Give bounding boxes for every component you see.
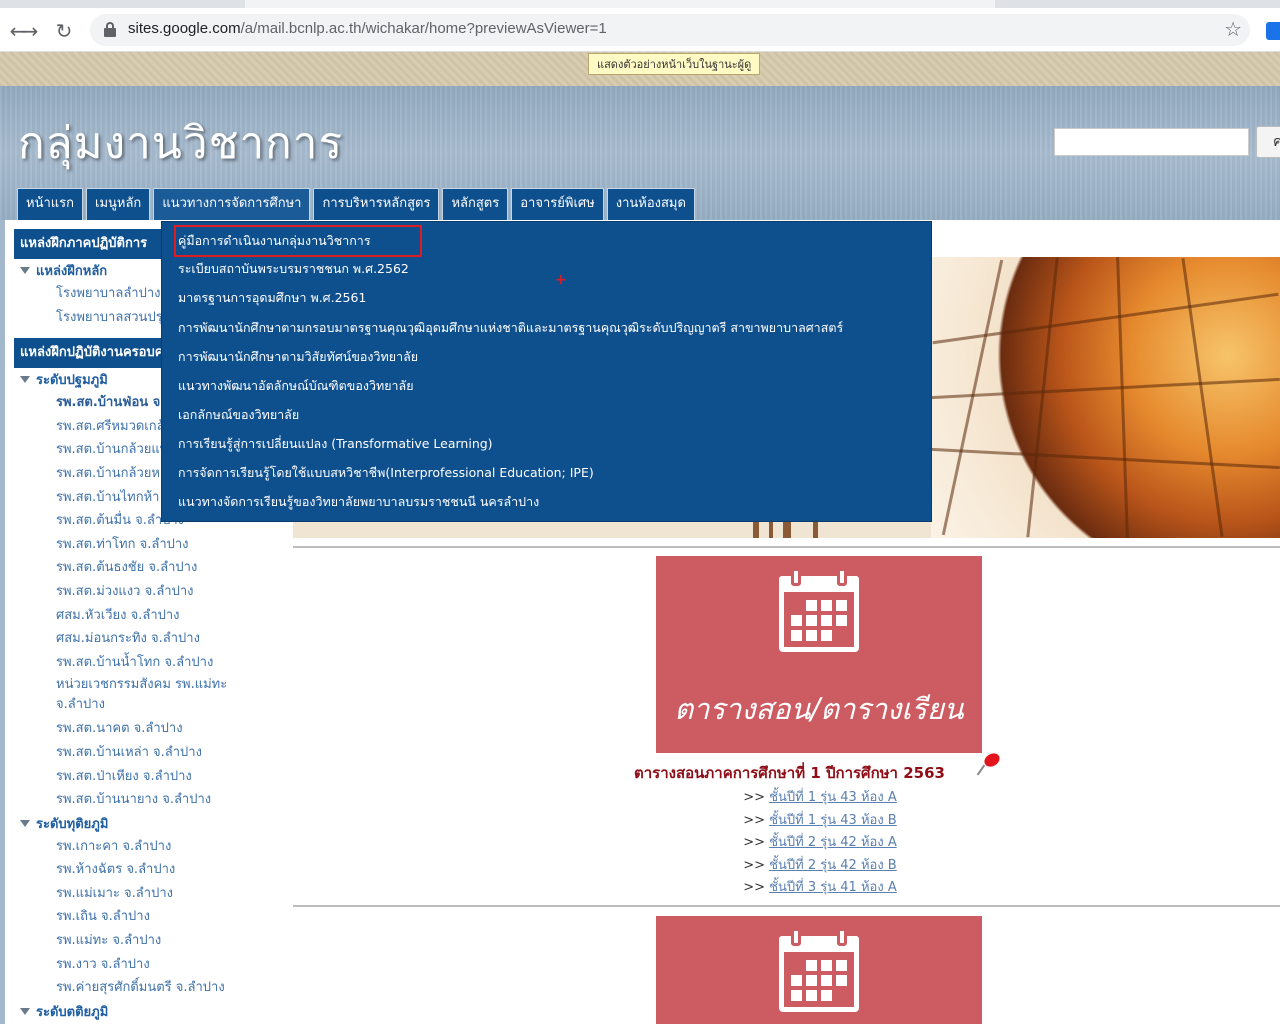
site-header: กลุ่มงานวิชาการ ค หน้าแรก เมนูหลัก แนวทา… (0, 86, 1280, 220)
sidebar-link[interactable]: รพ.สต.บ้านเหล่า จ.ลำปาง (14, 741, 272, 765)
extension-icon[interactable] (1266, 22, 1280, 40)
forward-icon[interactable]: → (18, 19, 42, 43)
divider (293, 905, 1280, 907)
list-item: >> ชั้นปีที่ 1 รุ่น 43 ห้อง A (743, 790, 897, 805)
calendar-banner[interactable]: ตารางสอน/ตารางเรียน (656, 556, 982, 753)
cursor-crosshair-icon: + (555, 272, 567, 288)
sidebar-link[interactable]: ศสม.หัวเวียง จ.ลำปาง (14, 604, 272, 628)
pushpin-icon (976, 750, 1002, 778)
address-bar[interactable]: sites.google.com/a/mail.bcnlp.ac.th/wich… (90, 14, 1250, 46)
url-path: /a/mail.bcnlp.ac.th/wichakar/home?previe… (240, 20, 607, 37)
bookmark-star-icon[interactable]: ☆ (1224, 17, 1242, 41)
dropdown-item[interactable]: แนวทางพัฒนาอัตลักษณ์บัณฑิตของวิทยาลัย (178, 376, 414, 396)
collapse-triangle-icon[interactable] (20, 819, 30, 827)
sidebar-group-label: ระดับปฐมภูมิ (36, 373, 108, 389)
sidebar-link[interactable]: รพ.สต.ต้นธงชัย จ.ลำปาง (14, 556, 272, 580)
collapse-triangle-icon[interactable] (20, 267, 30, 274)
calendar-icon (779, 568, 859, 652)
list-item: >> ชั้นปีที่ 3 รุ่น 41 ห้อง A (743, 880, 897, 896)
schedule-link[interactable]: ชั้นปีที่ 2 รุ่น 42 ห้อง B (769, 858, 897, 873)
preview-label: แสดงตัวอย่างหน้าเว็บในฐานะผู้ดู (588, 53, 761, 75)
nav-tab-main-menu[interactable]: เมนูหลัก (86, 188, 151, 220)
site-nav: หน้าแรก เมนูหลัก แนวทางการจัดการศึกษา กา… (17, 188, 695, 220)
sidebar-link[interactable]: ศสม.ม่อนกระทิง จ.ลำปาง (14, 627, 272, 651)
sidebar-link[interactable]: รพ.แม่ทะ จ.ลำปาง (14, 929, 272, 953)
nav-tab-library[interactable]: งานห้องสมุด (606, 188, 695, 220)
dropdown-item[interactable]: คู่มือการดำเนินงานกลุ่มงานวิชาการ (178, 231, 371, 251)
preview-banner: แสดงตัวอย่างหน้าเว็บในฐานะผู้ดู (0, 52, 1280, 86)
sidebar-link[interactable]: รพ.เกาะคา จ.ลำปาง (14, 835, 272, 859)
dropdown-item[interactable]: การพัฒนานักศึกษาตามกรอบมาตรฐานคุณวุฒิอุด… (178, 318, 843, 338)
schedule-link[interactable]: ชั้นปีที่ 1 รุ่น 43 ห้อง A (769, 790, 897, 805)
sidebar-link[interactable]: รพ.ค่ายสุรศักดิ์มนตรี จ.ลำปาง (14, 976, 272, 1000)
page-frame-left (0, 220, 5, 1024)
url-host: sites.google.com (128, 20, 241, 37)
nav-tab-curriculum-management[interactable]: การบริหารหลักสูตร (313, 188, 440, 220)
browser-toolbar: ← → ↻ sites.google.com/a/mail.bcnlp.ac.t… (0, 8, 1280, 52)
site-search-button[interactable]: ค (1256, 126, 1280, 158)
calendar-caption: ตารางสอน/ตารางเรียน (674, 692, 964, 726)
schedule-link[interactable]: ชั้นปีที่ 3 รุ่น 41 ห้อง A (769, 880, 897, 895)
sidebar-link[interactable]: รพ.แม่เมาะ จ.ลำปาง (14, 882, 272, 906)
dropdown-item[interactable]: การพัฒนานักศึกษาตามวิสัยทัศน์ของวิทยาลัย (178, 347, 418, 367)
nav-tab-home[interactable]: หน้าแรก (17, 188, 83, 220)
divider (293, 546, 1280, 548)
calendar-icon (779, 928, 859, 1012)
sidebar-link[interactable]: รพ.ห้างฉัตร จ.ลำปาง (14, 858, 272, 882)
sidebar-group-tertiary[interactable]: ระดับตติยภูมิ (14, 1000, 272, 1023)
site-search-input[interactable] (1054, 128, 1249, 156)
sidebar-group-secondary[interactable]: ระดับทุติยภูมิ (14, 812, 272, 835)
schedule-links: >> ชั้นปีที่ 1 รุ่น 43 ห้อง A >> ชั้นปีท… (640, 786, 1000, 899)
site-title[interactable]: กลุ่มงานวิชาการ (18, 108, 343, 178)
sidebar-group-label: แหล่งฝึกหลัก (36, 264, 108, 279)
sidebar-link[interactable]: รพ.เถิน จ.ลำปาง (14, 905, 272, 929)
nav-tab-special-lecturers[interactable]: อาจารย์พิเศษ (511, 188, 604, 220)
sidebar-link[interactable]: หน่วยเวชกรรมสังคม รพ.แม่ทะ จ.ลำปาง (14, 674, 272, 717)
reload-icon[interactable]: ↻ (52, 19, 76, 43)
sidebar-link[interactable]: รพ.สต.ท่าโทก จ.ลำปาง (14, 533, 272, 557)
url-text[interactable]: sites.google.com/a/mail.bcnlp.ac.th/wich… (128, 20, 607, 37)
nav-tab-education-guidelines[interactable]: แนวทางการจัดการศึกษา (153, 188, 311, 220)
globe-banner-image (931, 257, 1280, 538)
dropdown-item[interactable]: มาตรฐานการอุดมศึกษา พ.ศ.2561 (178, 288, 366, 308)
lock-icon (104, 22, 116, 38)
dropdown-item[interactable]: เอกลักษณ์ของวิทยาลัย (178, 405, 299, 425)
calendar-banner-2[interactable] (656, 916, 982, 1024)
sidebar-link[interactable]: รพ.สต.นาคต จ.ลำปาง (14, 717, 272, 741)
sidebar-link[interactable]: รพ.สต.ม่วงแงว จ.ลำปาง (14, 580, 272, 604)
dropdown-item[interactable]: การเรียนรู้สู่การเปลี่ยนแปลง (Transforma… (178, 434, 493, 454)
list-item: >> ชั้นปีที่ 1 รุ่น 43 ห้อง B (743, 812, 897, 828)
list-item: >> ชั้นปีที่ 2 รุ่น 42 ห้อง B (743, 857, 897, 873)
schedule-link[interactable]: ชั้นปีที่ 2 รุ่น 42 ห้อง A (769, 835, 897, 850)
list-item: >> ชั้นปีที่ 2 รุ่น 42 ห้อง A (743, 835, 897, 851)
sidebar-link[interactable]: รพ.สต.บ้านน้ำโทก จ.ลำปาง (14, 651, 272, 675)
schedule-link[interactable]: ชั้นปีที่ 1 รุ่น 43 ห้อง B (769, 813, 897, 828)
collapse-triangle-icon[interactable] (20, 1007, 30, 1015)
sidebar-link[interactable]: รพ.สต.บ้านนายาง จ.ลำปาง (14, 788, 272, 812)
sidebar-group-label: ระดับทุติยภูมิ (36, 816, 109, 832)
collapse-triangle-icon[interactable] (20, 376, 30, 384)
nav-tab-curriculum[interactable]: หลักสูตร (442, 188, 509, 220)
dropdown-item[interactable]: การจัดการเรียนรู้โดยใช้แบบสหวิชาชีพ(Inte… (178, 463, 594, 483)
education-guidelines-dropdown: คู่มือการดำเนินงานกลุ่มงานวิชาการ ระเบีย… (161, 221, 932, 522)
dropdown-item[interactable]: แนวทางจัดการเรียนรู้ของวิทยาลัยพยาบาลบรม… (178, 492, 539, 512)
sidebar-group-label: ระดับตติยภูมิ (36, 1004, 109, 1020)
sidebar-link[interactable]: รพ.สต.ป่าเหียง จ.ลำปาง (14, 765, 272, 789)
sidebar-link[interactable]: รพ.งาว จ.ลำปาง (14, 953, 272, 977)
browser-tab-strip (0, 0, 1280, 8)
schedule-title: ตารางสอนภาคการศึกษาที่ 1 ปีการศึกษา 2563 (634, 764, 945, 782)
browser-tab[interactable] (245, 0, 995, 8)
dropdown-item[interactable]: ระเบียบสถาบันพระบรมราชชนก พ.ศ.2562 (178, 259, 409, 279)
